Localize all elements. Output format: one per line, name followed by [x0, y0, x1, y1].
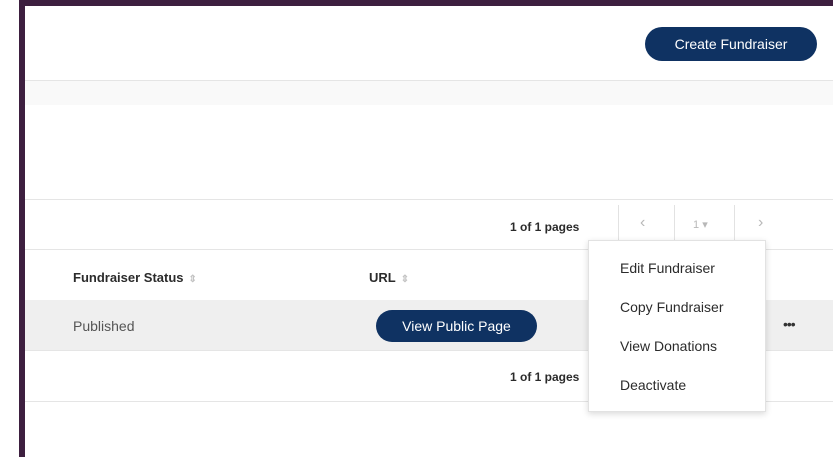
pagination-text-top: 1 of 1 pages	[510, 220, 580, 234]
pagination-text-bottom: 1 of 1 pages	[510, 370, 580, 384]
menu-item-view-donations[interactable]: View Donations	[620, 338, 717, 354]
filter-band	[25, 81, 833, 105]
menu-item-deactivate[interactable]: Deactivate	[620, 377, 686, 393]
chevron-down-icon: ▾	[702, 219, 708, 231]
column-header-label: Fundraiser Status	[73, 270, 184, 285]
create-fundraiser-button[interactable]: Create Fundraiser	[645, 27, 817, 61]
prev-page-icon[interactable]: ‹	[640, 214, 645, 232]
fundraiser-status-cell: Published	[73, 318, 135, 334]
column-header-url[interactable]: URL ⇕	[369, 270, 409, 285]
sort-icon[interactable]: ⇕	[189, 274, 197, 285]
page-select-value: 1	[693, 219, 700, 231]
column-header-fundraiser-status[interactable]: Fundraiser Status ⇕	[73, 270, 197, 285]
menu-item-copy-fundraiser[interactable]: Copy Fundraiser	[620, 299, 724, 315]
view-public-page-button[interactable]: View Public Page	[376, 310, 537, 342]
more-actions-icon[interactable]: •••	[783, 316, 796, 332]
next-page-icon[interactable]: ›	[758, 214, 763, 232]
actions-dropdown-menu: Edit Fundraiser Copy Fundraiser View Don…	[588, 240, 766, 412]
page-select[interactable]: 1 ▾	[693, 218, 708, 231]
menu-item-edit-fundraiser[interactable]: Edit Fundraiser	[620, 260, 715, 276]
sort-icon[interactable]: ⇕	[401, 274, 409, 285]
divider	[25, 199, 833, 200]
column-header-label: URL	[369, 270, 396, 285]
